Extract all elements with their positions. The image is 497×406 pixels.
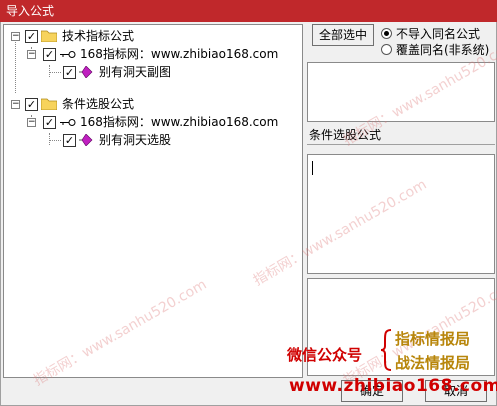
tree-node-label: 条件选股公式 bbox=[62, 97, 135, 111]
tree-node-label: 别有洞天副图 bbox=[99, 65, 172, 79]
formula-tree[interactable]: − ✓ 技术指标公式 − ✓ 168指标网：www.zhibiao168.com… bbox=[3, 24, 303, 378]
checkbox-icon[interactable]: ✓ bbox=[63, 134, 76, 147]
key-icon bbox=[60, 119, 76, 126]
select-all-button[interactable]: 全部选中 bbox=[312, 24, 374, 46]
radio-overwrite-label: 覆盖同名(非系统) bbox=[396, 43, 490, 57]
collapse-icon[interactable]: − bbox=[27, 118, 36, 127]
checkbox-icon[interactable]: ✓ bbox=[25, 30, 38, 43]
radio-no-import-label: 不导入同名公式 bbox=[396, 27, 481, 41]
key-icon bbox=[60, 51, 76, 58]
import-formula-dialog: − ✓ 技术指标公式 − ✓ 168指标网：www.zhibiao168.com… bbox=[0, 22, 497, 406]
promo-site: www.zhibiao168.com bbox=[289, 376, 497, 396]
tree-node-label: 168指标网：www.zhibiao168.com bbox=[80, 47, 279, 61]
tree-node-site-2[interactable]: − ✓ 168指标网：www.zhibiao168.com bbox=[4, 113, 302, 131]
radio-unselected-icon[interactable] bbox=[381, 44, 392, 55]
checkbox-icon[interactable]: ✓ bbox=[63, 66, 76, 79]
checkbox-icon[interactable]: ✓ bbox=[25, 98, 38, 111]
tree-node-stock-selection[interactable]: − ✓ 条件选股公式 bbox=[4, 95, 302, 113]
divider bbox=[307, 144, 495, 145]
radio-selected-icon[interactable] bbox=[381, 28, 392, 39]
promo-line-1: 指标情报局 bbox=[395, 330, 471, 348]
folder-icon bbox=[41, 30, 57, 42]
collapse-icon[interactable]: − bbox=[27, 50, 36, 59]
collapse-icon[interactable]: − bbox=[11, 100, 20, 109]
radio-overwrite[interactable]: 覆盖同名(非系统) bbox=[381, 42, 489, 58]
collapse-icon[interactable]: − bbox=[11, 32, 20, 41]
checkbox-icon[interactable]: ✓ bbox=[43, 116, 56, 129]
tree-node-label: 168指标网：www.zhibiao168.com bbox=[80, 115, 279, 129]
formula-text-area[interactable] bbox=[307, 154, 495, 274]
brace-icon bbox=[380, 329, 392, 371]
tree-node-formula-1[interactable]: ✓ 别有洞天副图 bbox=[4, 63, 302, 81]
tree-node-site-1[interactable]: − ✓ 168指标网：www.zhibiao168.com bbox=[4, 45, 302, 63]
promo-wechat: 微信公众号 bbox=[287, 346, 363, 364]
tree-node-technical-indicators[interactable]: − ✓ 技术指标公式 bbox=[4, 27, 302, 45]
text-cursor bbox=[312, 161, 313, 175]
promo-line-2: 战法情报局 bbox=[395, 354, 471, 372]
formula-icon bbox=[79, 134, 93, 146]
tree-node-formula-2[interactable]: ✓ 别有洞天选股 bbox=[4, 131, 302, 149]
window-title: 导入公式 bbox=[6, 4, 55, 18]
checkbox-icon[interactable]: ✓ bbox=[43, 48, 56, 61]
tree-node-label: 技术指标公式 bbox=[62, 29, 135, 43]
formula-type-label: 条件选股公式 bbox=[309, 128, 382, 142]
radio-no-import[interactable]: 不导入同名公式 bbox=[381, 26, 480, 42]
formula-icon bbox=[79, 66, 93, 78]
tree-connector bbox=[49, 72, 61, 73]
folder-icon bbox=[41, 98, 57, 110]
description-panel bbox=[307, 62, 495, 122]
tree-connector bbox=[49, 140, 61, 141]
tree-node-label: 别有洞天选股 bbox=[99, 133, 172, 147]
title-bar: 导入公式 bbox=[0, 0, 497, 22]
